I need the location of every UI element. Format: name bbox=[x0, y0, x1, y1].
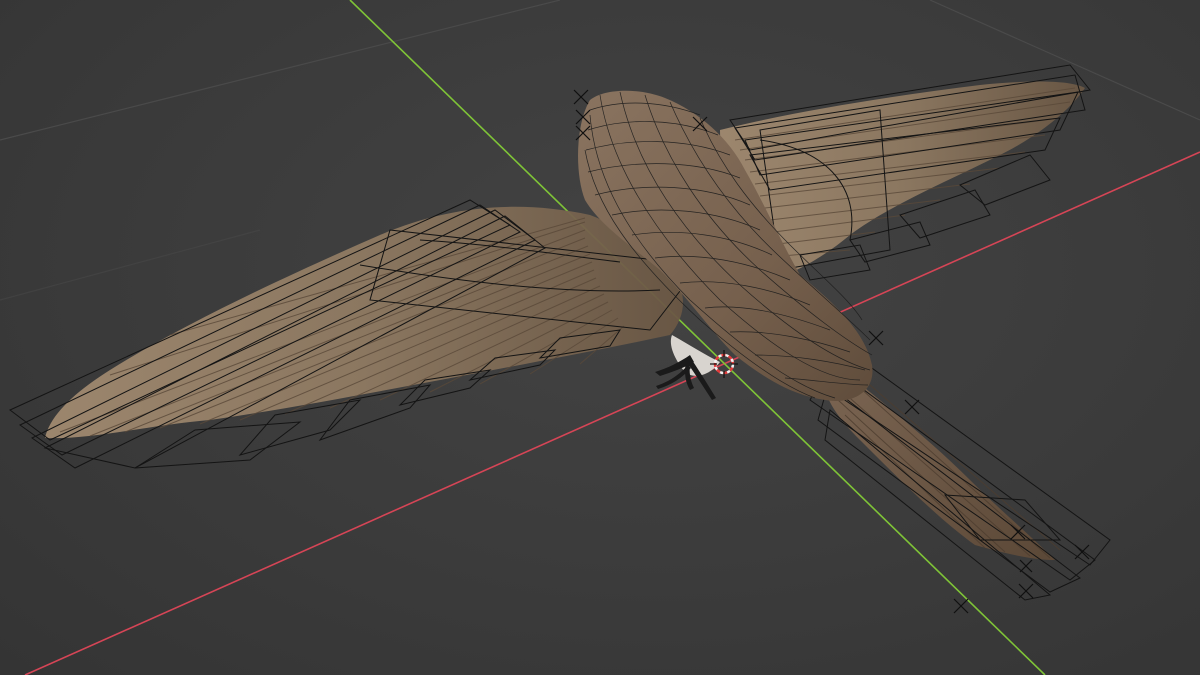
empty-marker-icon[interactable] bbox=[1019, 559, 1033, 573]
viewport-canvas[interactable] bbox=[0, 0, 1200, 675]
grid-line bbox=[0, 229, 261, 301]
empty-marker-icon[interactable] bbox=[953, 598, 969, 614]
empty-marker-icon[interactable] bbox=[1074, 544, 1090, 560]
3d-viewport[interactable] bbox=[0, 0, 1200, 675]
empty-marker-icon[interactable] bbox=[868, 330, 884, 346]
empty-marker-icon[interactable] bbox=[904, 399, 920, 415]
empty-marker-icon[interactable] bbox=[1018, 583, 1034, 599]
grid-line bbox=[0, 0, 561, 141]
left-wing[interactable] bbox=[9, 199, 701, 469]
empty-marker-icon[interactable] bbox=[573, 89, 589, 105]
left-wing-surface bbox=[45, 206, 684, 439]
